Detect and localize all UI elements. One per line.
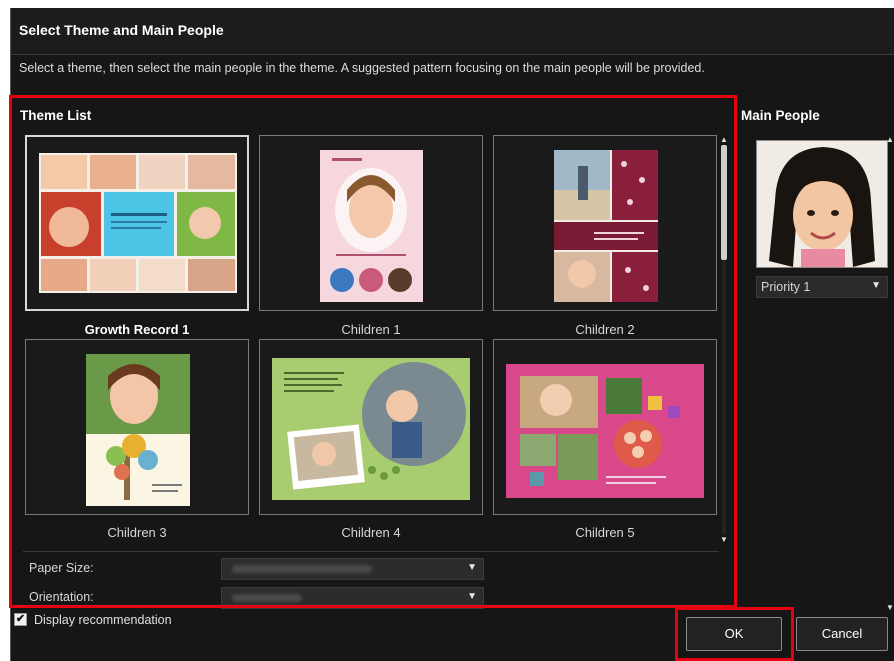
theme-list-scrollbar[interactable]: ▲ ▼ (719, 135, 729, 545)
paper-size-label: Paper Size: (29, 561, 94, 575)
arrow-down-icon[interactable]: ▼ (719, 535, 729, 545)
divider (23, 551, 719, 552)
theme-list-panel: Theme List Growth Record 1 Children 1 Ch… (17, 101, 731, 613)
theme-list-title: Theme List (20, 108, 92, 123)
theme-item-label: Children 1 (341, 322, 401, 337)
main-people-title: Main People (741, 108, 820, 123)
orientation-value-blurred (232, 594, 302, 602)
theme-item-children-3[interactable] (25, 339, 249, 515)
theme-preview-image (320, 150, 423, 302)
theme-item-label: Children 4 (341, 525, 401, 540)
theme-item-children-1[interactable] (259, 135, 483, 311)
theme-preview-image (506, 364, 704, 498)
theme-preview-image (272, 358, 470, 500)
theme-preview-image (554, 150, 658, 302)
orientation-select[interactable]: ▼ (221, 587, 484, 609)
theme-item-children-4[interactable] (259, 339, 483, 515)
scrollbar-thumb[interactable] (721, 145, 727, 260)
cancel-button[interactable]: Cancel (796, 617, 888, 651)
main-people-scrollbar[interactable]: ▲ ▼ (885, 135, 894, 613)
theme-item-label: Children 5 (575, 525, 635, 540)
ok-button[interactable]: OK (686, 617, 782, 651)
chevron-down-icon: ▼ (871, 280, 881, 291)
main-person-photo[interactable] (756, 140, 888, 268)
priority-value: Priority 1 (761, 280, 811, 294)
priority-select[interactable]: Priority 1 ▼ (756, 276, 888, 298)
theme-item-children-5[interactable] (493, 339, 717, 515)
theme-item-label: Growth Record 1 (84, 322, 190, 337)
main-people-panel: Main People Priority 1 ▼ ▲ ▼ (741, 101, 894, 613)
dialog-title: Select Theme and Main People (19, 22, 224, 38)
check-icon[interactable]: ✔ (14, 613, 27, 626)
paper-size-select[interactable]: ▼ (221, 558, 484, 580)
paper-size-value-blurred (232, 565, 372, 573)
arrow-up-icon[interactable]: ▲ (719, 135, 729, 145)
orientation-label: Orientation: (29, 590, 94, 604)
select-theme-dialog: Select Theme and Main People Select a th… (10, 8, 894, 661)
theme-item-label: Children 2 (575, 322, 635, 337)
theme-item-growth-record-1[interactable] (25, 135, 249, 311)
theme-item-label: Children 3 (107, 525, 167, 540)
theme-preview-image (39, 153, 237, 293)
arrow-down-icon[interactable]: ▼ (885, 603, 894, 613)
theme-item-children-2[interactable] (493, 135, 717, 311)
chevron-down-icon: ▼ (467, 591, 477, 602)
title-bar: Select Theme and Main People (11, 8, 894, 55)
theme-preview-image (86, 354, 190, 506)
arrow-up-icon[interactable]: ▲ (885, 135, 894, 145)
instruction-text: Select a theme, then select the main peo… (19, 61, 705, 75)
display-recommendation-label[interactable]: Display recommendation (34, 613, 172, 627)
chevron-down-icon: ▼ (467, 562, 477, 573)
